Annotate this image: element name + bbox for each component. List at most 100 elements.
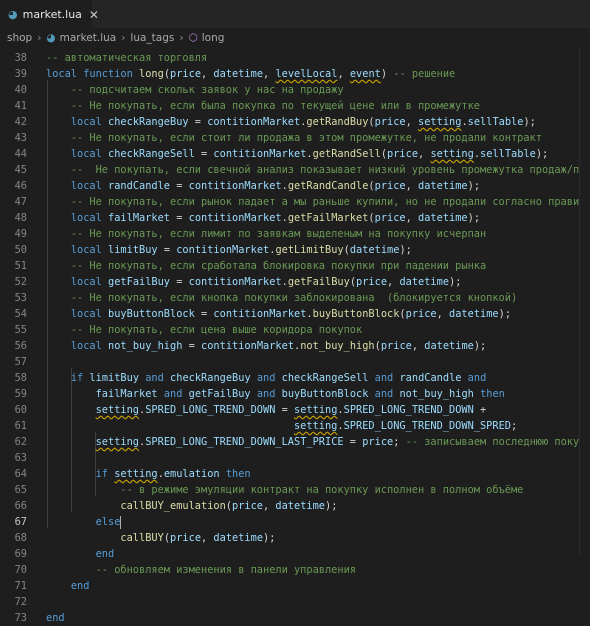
code-token: -- Не покупать, если лимит по заявкам вы…: [70, 228, 487, 240]
code-line[interactable]: 63: [0, 450, 590, 466]
code-line[interactable]: 50 local limitBuy = contitionMarket.getL…: [0, 242, 590, 258]
code-token: if: [70, 372, 90, 384]
code-line[interactable]: 47 -- Не покупать, если рынок падает а м…: [0, 194, 590, 210]
code-line[interactable]: 66 callBUY_emulation(price, datetime);: [0, 498, 590, 514]
code-token: not_buy_high: [300, 340, 375, 352]
tab-market-lua[interactable]: ◕ market.lua ✕: [0, 0, 99, 28]
code-token: local: [70, 244, 109, 256]
code-line[interactable]: 46 local randCandle = contitionMarket.ge…: [0, 178, 590, 194]
code-token: contitionMarket: [188, 276, 282, 288]
line-number: 42: [14, 116, 27, 128]
code-line[interactable]: 45 -- Не покупать, если свечной анализ п…: [0, 162, 590, 178]
breadcrumb-item-file[interactable]: market.lua: [60, 32, 117, 44]
code-token: );: [399, 244, 412, 256]
code-line[interactable]: 72: [0, 594, 590, 610]
code-text: -- Не покупать, если была покупка по тек…: [46, 98, 480, 114]
code-line[interactable]: 53 -- Не покупать, если кнопка покупки з…: [0, 290, 590, 306]
code-line[interactable]: 42 local checkRangeBuy = contitionMarket…: [0, 114, 590, 130]
code-token: setting: [418, 116, 462, 128]
code-line[interactable]: 59 failMarket and getFailBuy and buyButt…: [0, 386, 590, 402]
code-token: ;: [510, 420, 518, 432]
code-line[interactable]: 49 -- Не покупать, если лимит по заявкам…: [0, 226, 590, 242]
code-text: if setting.emulation then: [46, 466, 251, 482]
code-text: callBUY_emulation(price, datetime);: [46, 498, 337, 514]
line-number: 67: [14, 516, 27, 528]
lua-file-icon: ◕: [8, 8, 18, 21]
code-token: local: [70, 212, 109, 224]
code-token: SPRED_LONG_TREND_DOWN: [343, 404, 474, 416]
code-text: -- Не покупать, если свечной анализ пока…: [46, 162, 590, 178]
code-line[interactable]: 51 -- Не покупать, если сработала блокир…: [0, 258, 590, 274]
line-number: 54: [14, 308, 27, 320]
code-text: -- Не покупать, если кнопка покупки забл…: [46, 290, 517, 306]
code-token: contitionMarket: [201, 340, 295, 352]
code-token: SPRED_LONG_TREND_DOWN_LAST_PRICE: [145, 436, 344, 448]
code-line[interactable]: 71 end: [0, 578, 590, 594]
code-line[interactable]: 43 -- Не покупать, если стоит ли продажа…: [0, 130, 590, 146]
code-token: ,: [405, 212, 419, 224]
code-line[interactable]: 60 setting.SPRED_LONG_TREND_DOWN = setti…: [0, 402, 590, 418]
code-text: local checkRangeSell = contitionMarket.g…: [46, 146, 548, 162]
code-token: contitionMarket: [176, 244, 270, 256]
code-line[interactable]: 69 end: [0, 546, 590, 562]
code-text: -- Не покупать, если рынок падает а мы р…: [46, 194, 590, 210]
code-token: );: [467, 212, 481, 224]
line-number: 43: [14, 132, 27, 144]
code-line[interactable]: 65 -- в режиме эмуляции контракт на поку…: [0, 482, 590, 498]
tab-label: market.lua: [22, 8, 82, 21]
code-line[interactable]: 44 local checkRangeSell = contitionMarke…: [0, 146, 590, 162]
vertical-scrollbar[interactable]: [579, 48, 590, 556]
close-icon[interactable]: ✕: [89, 8, 99, 22]
code-text: if limitBuy and checkRangeBuy and checkR…: [46, 370, 486, 386]
code-token: );: [523, 116, 536, 128]
code-line[interactable]: 61 setting.SPRED_LONG_TREND_DOWN_SPRED;: [0, 418, 590, 434]
code-line[interactable]: 70 -- обновляем изменения в панели управ…: [0, 562, 590, 578]
code-token: and: [467, 372, 487, 384]
code-line[interactable]: 41 -- Не покупать, если была покупка по …: [0, 98, 590, 114]
code-line[interactable]: 67 else: [0, 514, 590, 530]
code-line[interactable]: 54 local buyButtonBlock = contitionMarke…: [0, 306, 590, 322]
code-line[interactable]: 73 end: [0, 610, 590, 626]
line-number: 44: [14, 148, 27, 160]
line-number: 66: [14, 500, 27, 512]
tab-bar: ◕ market.lua ✕: [0, 0, 590, 28]
breadcrumb-item-symbol[interactable]: long: [202, 32, 225, 44]
code-line[interactable]: 62 setting.SPRED_LONG_TREND_DOWN_LAST_PR…: [0, 434, 590, 450]
code-text: local buyButtonBlock = contitionMarket.b…: [46, 306, 511, 322]
code-line[interactable]: 55 -- Не покупать, если цена выше коридо…: [0, 322, 590, 338]
code-line[interactable]: 64 if setting.emulation then: [0, 466, 590, 482]
line-number: 45: [14, 164, 27, 176]
code-token: event: [349, 68, 381, 80]
code-token: ,: [263, 500, 276, 512]
code-line[interactable]: 52 local getFailBuy = contitionMarket.ge…: [0, 274, 590, 290]
code-line[interactable]: 56 local not_buy_high = contitionMarket.…: [0, 338, 590, 354]
code-token: );: [467, 180, 481, 192]
code-line[interactable]: 58 if limitBuy and checkRangeBuy and che…: [0, 370, 590, 386]
code-text: local randCandle = contitionMarket.getRa…: [46, 178, 480, 194]
code-line[interactable]: 57: [0, 354, 590, 370]
code-token: checkRangeSell: [281, 372, 369, 384]
breadcrumb-item-shop[interactable]: shop: [7, 32, 32, 44]
code-line[interactable]: 38 -- автоматическая торговля: [0, 50, 590, 66]
code-line[interactable]: 48 local failMarket = contitionMarket.ge…: [0, 210, 590, 226]
code-editor[interactable]: 38 -- автоматическая торговля 39 local func…: [0, 48, 590, 624]
line-number: 53: [14, 292, 27, 304]
code-token: limitBuy: [89, 372, 140, 384]
code-token: );: [263, 532, 276, 544]
code-token: =: [275, 404, 295, 416]
code-token: end: [95, 548, 115, 560]
code-line[interactable]: 68 callBUY(price, datetime);: [0, 530, 590, 546]
code-token: =: [157, 244, 177, 256]
breadcrumb-item-tags[interactable]: lua_tags: [130, 32, 174, 44]
code-token: getRandBuy: [306, 116, 369, 128]
code-line[interactable]: 40 -- подсчитаем скольк заявок у нас на …: [0, 82, 590, 98]
code-line[interactable]: 39 local function long(price, datetime, l…: [0, 66, 590, 82]
